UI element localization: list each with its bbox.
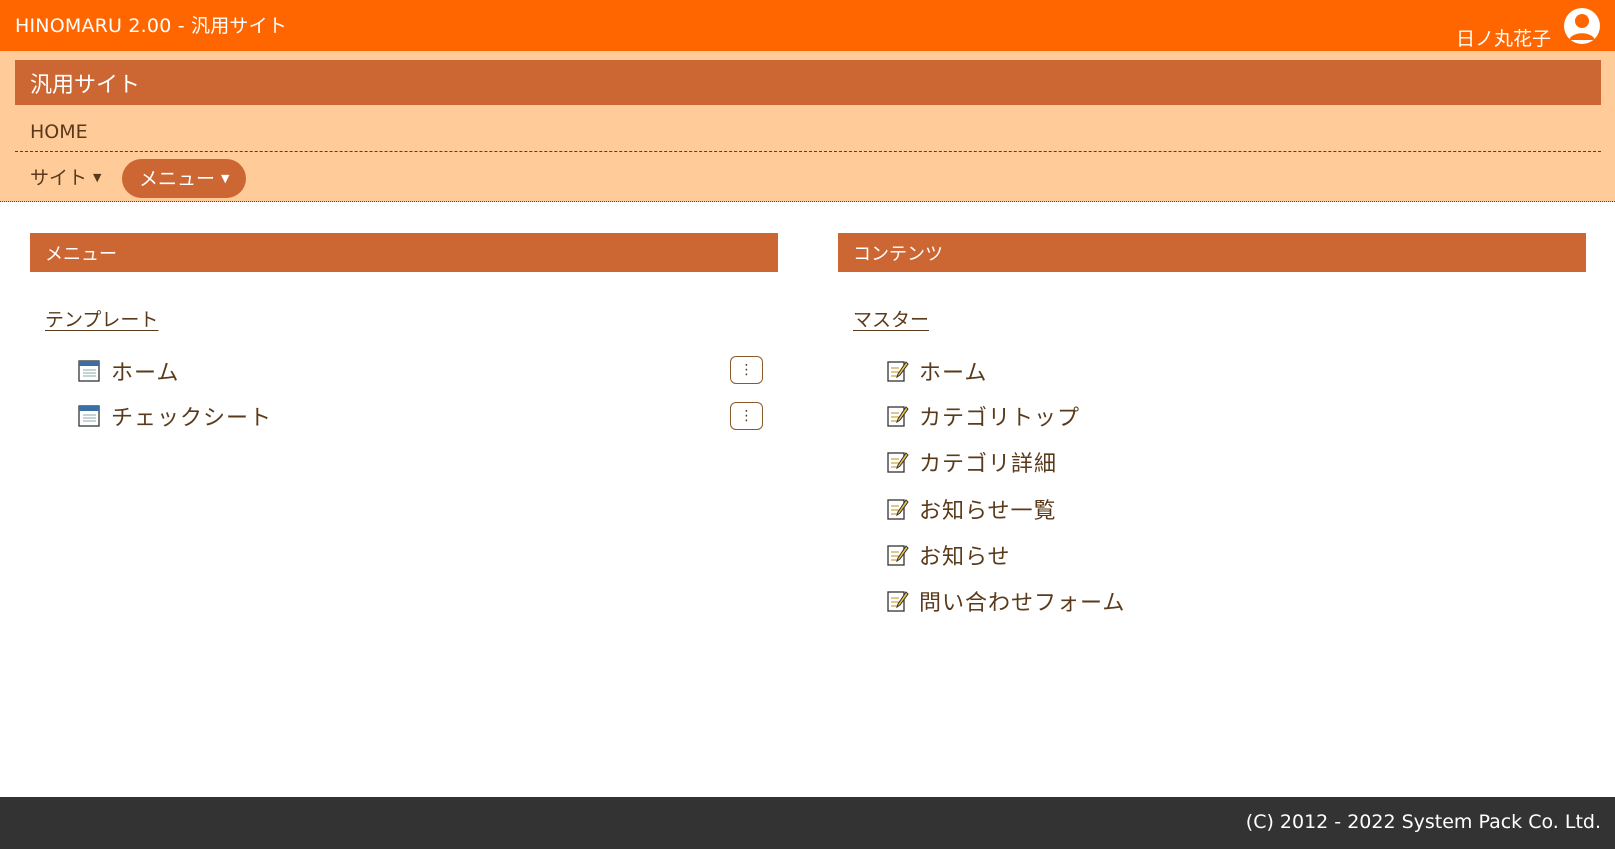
footer: (C) 2012 - 2022 System Pack Co. Ltd.	[0, 797, 1615, 849]
content-item[interactable]: 問い合わせフォーム	[885, 586, 1125, 616]
template-group-link[interactable]: テンプレート	[45, 305, 158, 332]
edit-page-icon	[887, 452, 909, 473]
edit-page-icon	[887, 591, 909, 612]
master-group-link[interactable]: マスター	[853, 305, 929, 332]
app-title: HINOMARU 2.00 - 汎用サイト	[15, 15, 288, 37]
edit-page-icon	[887, 545, 909, 566]
template-icon	[78, 360, 100, 382]
more-options-button[interactable]: ⋮	[730, 356, 763, 384]
content-item-label: ホーム	[919, 361, 988, 386]
site-title: 汎用サイト	[15, 60, 1601, 105]
edit-page-icon	[887, 406, 909, 427]
content-item-label: カテゴリ詳細	[919, 452, 1058, 477]
caret-down-icon: ▼	[93, 171, 102, 184]
content-item-label: 問い合わせフォーム	[919, 591, 1126, 616]
content-item[interactable]: カテゴリ詳細	[885, 447, 1057, 477]
breadcrumb-home[interactable]: HOME	[30, 121, 88, 143]
content-item[interactable]: お知らせ	[885, 540, 1011, 570]
app-header: HINOMARU 2.00 - 汎用サイト 日ノ丸花子	[0, 0, 1615, 51]
more-options-button[interactable]: ⋮	[730, 402, 763, 430]
content-item[interactable]: カテゴリトップ	[885, 401, 1080, 431]
content-item-label: お知らせ	[919, 545, 1011, 570]
content-item[interactable]: ホーム	[885, 356, 987, 386]
menu-panel-header: メニュー	[30, 233, 778, 272]
site-header: 汎用サイト HOME サイト ▼ メニュー ▼	[0, 51, 1615, 202]
edit-page-icon	[887, 361, 909, 382]
content-item[interactable]: お知らせ一覧	[885, 494, 1057, 524]
template-item-checksheet[interactable]: チェックシート	[77, 401, 272, 431]
user-avatar-icon[interactable]	[1564, 8, 1600, 44]
content-item-label: お知らせ一覧	[919, 499, 1057, 524]
site-dropdown[interactable]: サイト ▼	[30, 163, 101, 190]
template-item-home[interactable]: ホーム	[77, 356, 179, 386]
caret-down-icon: ▼	[221, 172, 230, 185]
template-item-label: チェックシート	[111, 406, 273, 431]
menu-dropdown-button[interactable]: メニュー ▼	[122, 159, 247, 198]
menu-dropdown-label: メニュー	[139, 168, 216, 190]
user-name[interactable]: 日ノ丸花子	[1456, 24, 1551, 51]
edit-page-icon	[887, 499, 909, 520]
template-item-label: ホーム	[111, 361, 180, 386]
more-icon: ⋮	[739, 362, 754, 378]
more-icon: ⋮	[739, 408, 754, 424]
divider	[15, 151, 1601, 152]
contents-panel-header: コンテンツ	[838, 233, 1586, 272]
template-icon	[78, 405, 100, 427]
copyright-text: (C) 2012 - 2022 System Pack Co. Ltd.	[1245, 811, 1601, 833]
site-dropdown-label: サイト	[30, 167, 88, 189]
content-item-label: カテゴリトップ	[919, 406, 1081, 431]
